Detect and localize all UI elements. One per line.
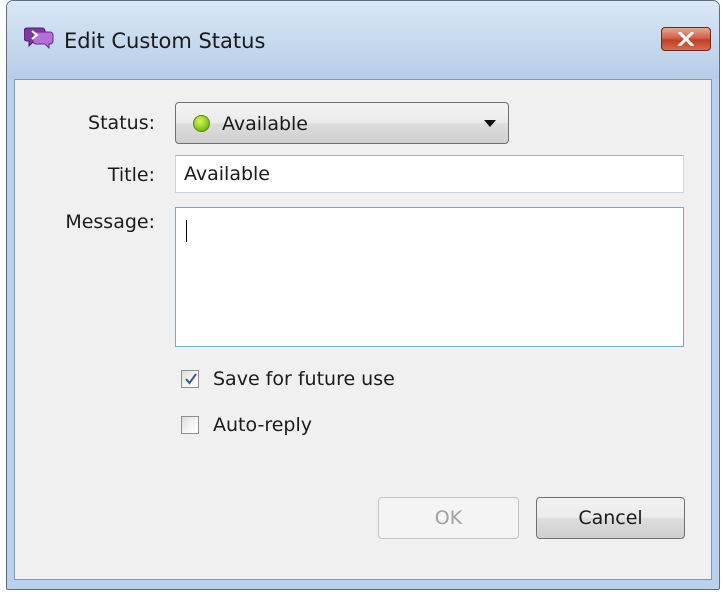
status-available-dot-icon: [193, 115, 210, 132]
status-label: Status:: [88, 112, 155, 134]
message-field[interactable]: [175, 207, 684, 347]
save-for-future-label: Save for future use: [213, 368, 395, 390]
auto-reply-label: Auto-reply: [213, 414, 312, 436]
ok-button[interactable]: OK: [378, 497, 519, 539]
status-dropdown-value: Available: [222, 113, 309, 135]
chat-bubbles-icon: [23, 25, 54, 50]
cancel-button[interactable]: Cancel: [536, 497, 685, 539]
title-bar[interactable]: Edit Custom Status: [7, 1, 719, 79]
close-icon: [678, 32, 694, 46]
auto-reply-checkbox[interactable]: [181, 416, 199, 434]
window-title: Edit Custom Status: [64, 29, 266, 53]
edit-custom-status-dialog: Edit Custom Status Status: Available Tit…: [6, 0, 720, 590]
text-caret: [186, 220, 187, 242]
title-field[interactable]: Available: [175, 155, 684, 193]
status-dropdown[interactable]: Available: [175, 102, 509, 144]
checkmark-icon: [185, 373, 197, 385]
dialog-body: Status: Available Title: Available Messa…: [14, 79, 712, 580]
title-label: Title:: [107, 164, 155, 186]
chevron-down-icon: [484, 120, 496, 127]
save-for-future-checkbox[interactable]: [181, 370, 199, 388]
close-button[interactable]: [661, 27, 711, 51]
message-label: Message:: [65, 211, 155, 233]
